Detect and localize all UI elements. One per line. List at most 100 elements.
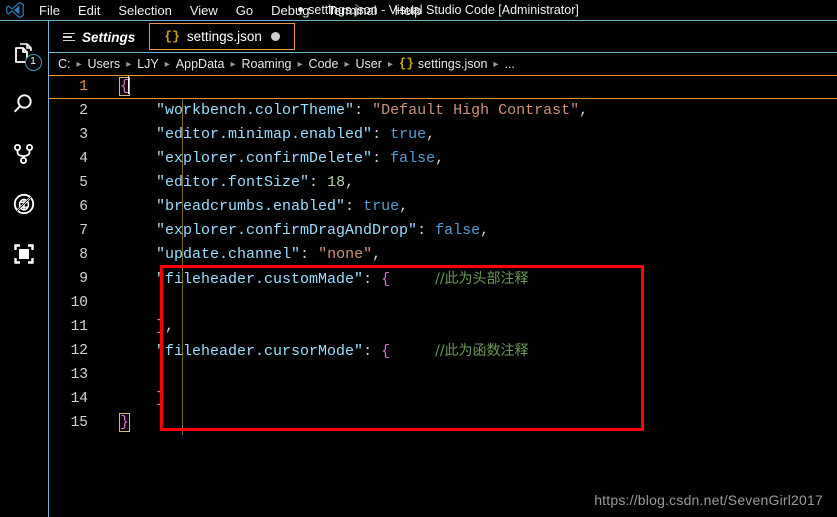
code-line[interactable]: 6 "breadcrumbs.enabled": true,	[49, 195, 837, 219]
token-punct: ,	[480, 222, 490, 239]
code-line-text: },	[97, 315, 837, 339]
code-line[interactable]: 11 },	[49, 315, 837, 339]
code-line-text: }	[97, 387, 837, 411]
code-line[interactable]: 5 "editor.fontSize": 18,	[49, 171, 837, 195]
chevron-right-icon: ▸	[230, 58, 236, 70]
breadcrumb-item-appdata[interactable]: AppData	[176, 57, 225, 71]
breadcrumb-item-drive[interactable]: C:	[58, 57, 71, 71]
explorer-badge-count: 1	[24, 54, 42, 71]
code-line-list: 1{2 "workbench.colorTheme": "Default Hig…	[49, 75, 837, 435]
breadcrumb-item-code[interactable]: Code	[309, 57, 339, 71]
token-key: "editor.minimap.enabled"	[156, 126, 373, 143]
code-line[interactable]: 2 "workbench.colorTheme": "Default High …	[49, 99, 837, 123]
line-number: 12	[70, 343, 88, 359]
line-number: 7	[79, 223, 88, 239]
tab-dirty-indicator-icon[interactable]	[270, 32, 280, 41]
code-line-text: "editor.fontSize": 18,	[97, 171, 837, 195]
menu-item-terminal[interactable]: Terminal	[318, 0, 385, 21]
debug-no-entry-icon	[11, 191, 37, 217]
tab-settings-json-label: settings.json	[186, 29, 262, 44]
activity-item-explorer[interactable]: 1	[0, 29, 49, 79]
code-line[interactable]: 1{	[49, 75, 837, 99]
token-key: "explorer.confirmDelete"	[156, 150, 373, 167]
source-control-branch-icon	[11, 141, 37, 167]
code-line[interactable]: 4 "explorer.confirmDelete": false,	[49, 147, 837, 171]
breadcrumb-item-roaming[interactable]: Roaming	[241, 57, 291, 71]
code-line[interactable]: 7 "explorer.confirmDragAndDrop": false,	[49, 219, 837, 243]
token-str: "none"	[318, 246, 373, 263]
token-bool: true	[363, 198, 400, 215]
code-line-text: "explorer.confirmDelete": false,	[97, 147, 837, 171]
token-punct: ,	[399, 198, 409, 215]
vscode-window: File Edit Selection View Go Debug Termin…	[0, 0, 837, 517]
menu-item-selection[interactable]: Selection	[109, 0, 180, 21]
token-brace: {	[381, 342, 391, 360]
token-comment-cn: //此为函数注释	[435, 342, 529, 359]
token-punct: :	[363, 342, 382, 360]
chevron-right-icon: ▸	[76, 58, 82, 70]
code-line[interactable]: 13	[49, 363, 837, 387]
code-line-text: "workbench.colorTheme": "Default High Co…	[97, 99, 837, 123]
token-key: "fileheader.cursorMode"	[156, 342, 364, 360]
activity-item-extensions[interactable]	[0, 229, 49, 279]
chevron-right-icon: ▸	[344, 58, 350, 70]
breadcrumb-overflow[interactable]: ...	[504, 57, 514, 71]
code-editor[interactable]: 1{2 "workbench.colorTheme": "Default Hig…	[49, 75, 837, 517]
breadcrumb-item-users[interactable]: Users	[88, 57, 121, 71]
token-key: "update.channel"	[156, 246, 301, 263]
activity-item-search[interactable]	[0, 79, 49, 129]
token-key: "workbench.colorTheme"	[156, 102, 355, 119]
token-bool: false	[390, 150, 436, 167]
chevron-right-icon: ▸	[126, 58, 132, 70]
chevron-right-icon: ▸	[297, 58, 303, 70]
code-line[interactable]: 12 "fileheader.cursorMode": { //此为函数注释	[49, 339, 837, 363]
token-punct: :	[345, 198, 364, 215]
menu-bar: File Edit Selection View Go Debug Termin…	[30, 0, 430, 21]
token-key: "fileheader.customMade"	[156, 270, 364, 288]
token-brace: {	[381, 270, 391, 288]
code-line[interactable]: 3 "editor.minimap.enabled": true,	[49, 123, 837, 147]
tab-bar-underline	[49, 52, 837, 53]
activity-item-debug[interactable]	[0, 179, 49, 229]
activity-bar: 1	[0, 21, 49, 517]
code-line[interactable]: 8 "update.channel": "none",	[49, 243, 837, 267]
chevron-right-icon: ▸	[493, 58, 499, 70]
menu-item-edit[interactable]: Edit	[69, 0, 109, 21]
text-cursor	[128, 76, 130, 94]
tab-settings-json[interactable]: {} settings.json	[149, 23, 295, 50]
token-punct: :	[309, 174, 328, 191]
token-brace-match: }	[118, 413, 131, 432]
code-line-text: "breadcrumbs.enabled": true,	[97, 195, 837, 219]
watermark-url: https://blog.csdn.net/SevenGirl2017	[594, 492, 823, 508]
breadcrumb-item-user[interactable]: User	[355, 57, 381, 71]
editor-tab-bar: Settings {} settings.json	[49, 21, 837, 53]
token-brace: }	[156, 390, 166, 407]
menu-item-debug[interactable]: Debug	[262, 0, 318, 21]
line-number: 10	[70, 295, 88, 311]
code-line[interactable]: 14 }	[49, 387, 837, 411]
line-number: 5	[79, 175, 88, 191]
code-line[interactable]: 10	[49, 291, 837, 315]
code-line-text: "editor.minimap.enabled": true,	[97, 123, 837, 147]
chevron-right-icon: ▸	[164, 58, 170, 70]
activity-item-source-control[interactable]	[0, 129, 49, 179]
menu-item-view[interactable]: View	[181, 0, 227, 21]
token-punct: :	[300, 246, 319, 263]
line-number: 8	[79, 247, 88, 263]
tab-settings[interactable]: Settings	[49, 21, 149, 53]
breadcrumb-item-ljy[interactable]: LJY	[137, 57, 159, 71]
menu-item-file[interactable]: File	[30, 0, 69, 21]
settings-lines-icon	[63, 32, 75, 42]
menu-item-help[interactable]: Help	[386, 0, 431, 21]
breadcrumb-item-file[interactable]: settings.json	[418, 57, 487, 71]
menu-item-go[interactable]: Go	[227, 0, 262, 21]
code-line[interactable]: 9 "fileheader.customMade": { //此为头部注释	[49, 267, 837, 291]
code-line[interactable]: 15}	[49, 411, 837, 435]
